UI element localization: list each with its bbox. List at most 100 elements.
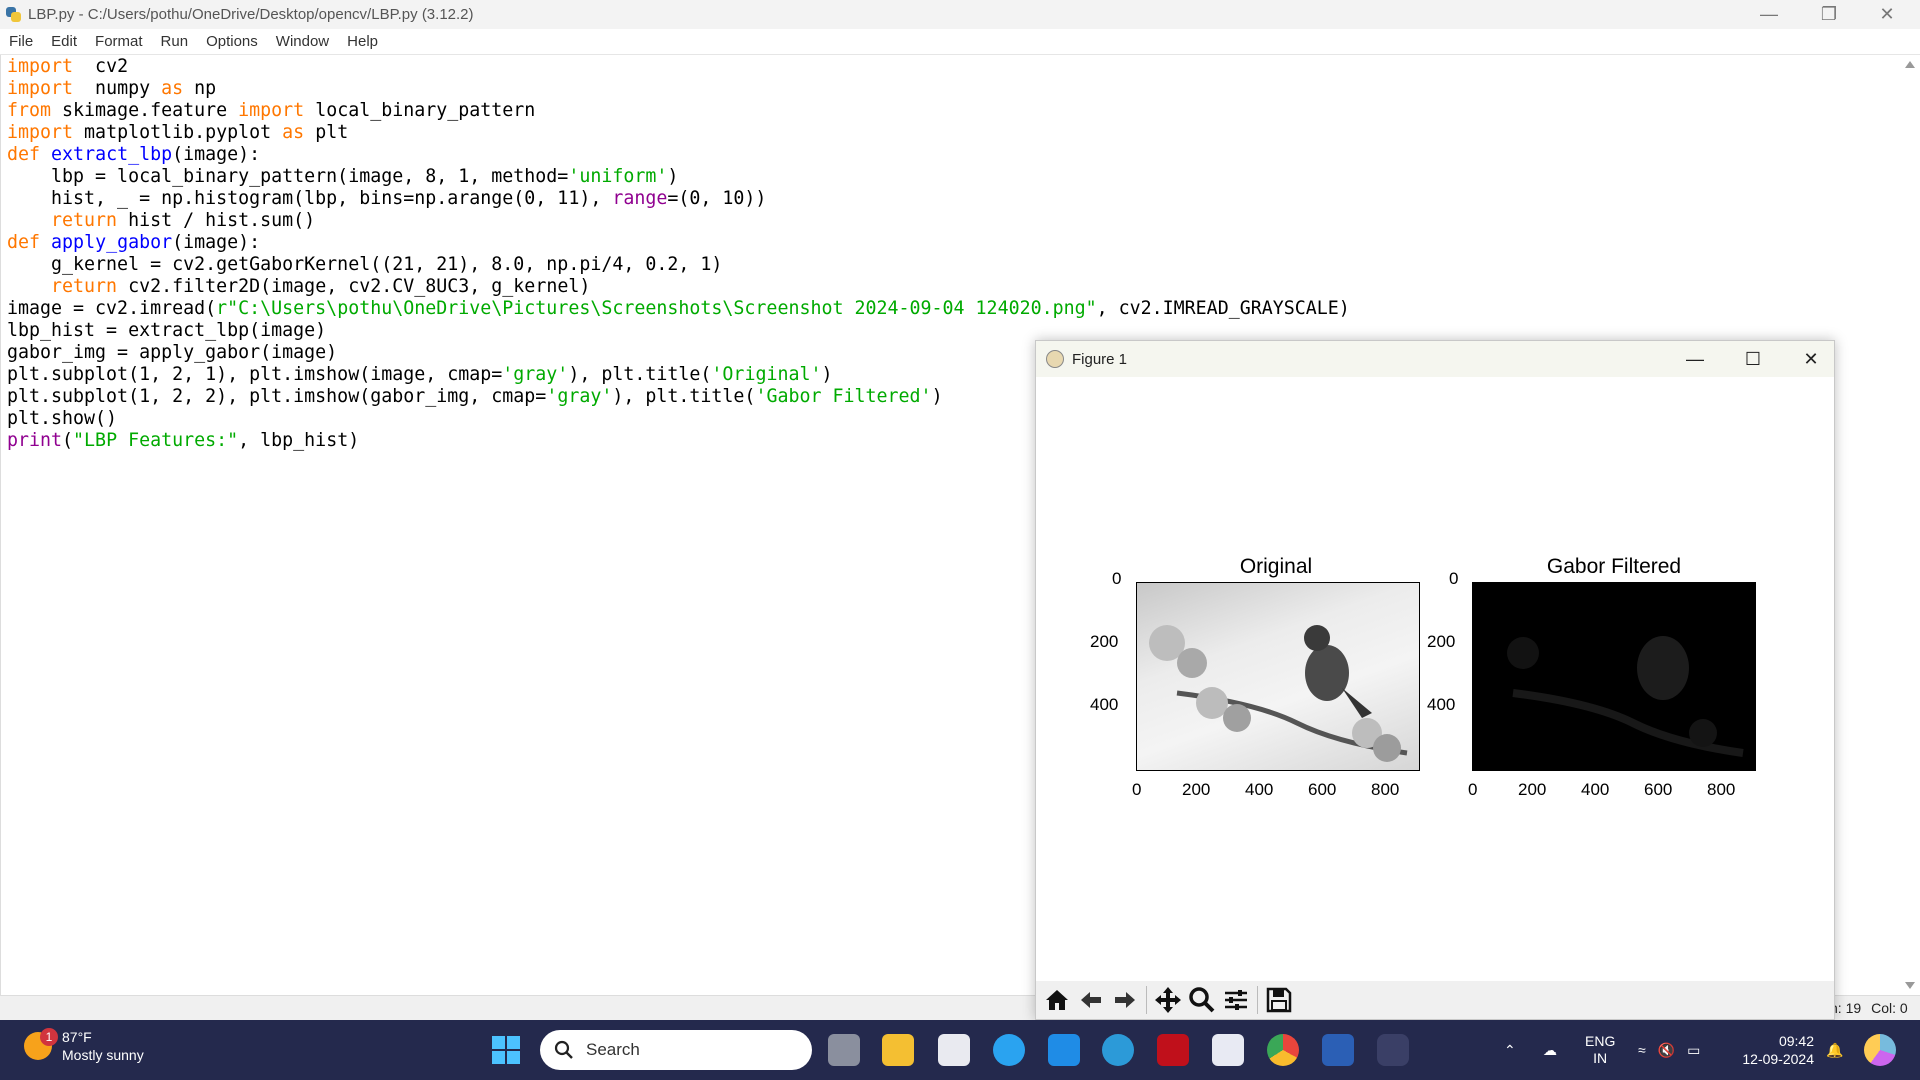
- notification-badge: 1: [40, 1028, 58, 1046]
- clock-date: 12-09-2024: [1742, 1051, 1814, 1067]
- figure-close-button[interactable]: ✕: [1782, 341, 1840, 377]
- weather-desc: Mostly sunny: [62, 1047, 144, 1063]
- copilot-icon[interactable]: [1864, 1034, 1896, 1066]
- onedrive-cloud-icon[interactable]: ☁: [1543, 1020, 1557, 1080]
- search-placeholder: Search: [586, 1040, 640, 1059]
- matplotlib-icon: [1046, 350, 1064, 368]
- notification-bell-icon[interactable]: 🔔: [1826, 1020, 1843, 1080]
- windows-start-icon[interactable]: [490, 1034, 522, 1066]
- y-tick: 400: [1427, 695, 1456, 714]
- menu-bar: File Edit Format Run Options Window Help: [0, 29, 1920, 55]
- x-tick: 200: [1182, 780, 1211, 799]
- x-tick: 0: [1468, 780, 1478, 799]
- code-line[interactable]: lbp = local_binary_pattern(image, 8, 1, …: [7, 166, 1350, 188]
- weather-sun-icon: 1: [24, 1028, 58, 1060]
- x-tick: 0: [1132, 780, 1142, 799]
- task-view-icon[interactable]: [828, 1034, 860, 1066]
- back-arrow-icon[interactable]: [1074, 983, 1108, 1017]
- figure-minimize-button[interactable]: —: [1666, 341, 1724, 377]
- lang-top: ENG: [1585, 1033, 1616, 1049]
- code-line[interactable]: import numpy as np: [7, 78, 1350, 100]
- toolbar-separator: [1257, 986, 1258, 1014]
- vertical-scrollbar[interactable]: [1900, 55, 1920, 995]
- pan-move-icon[interactable]: [1151, 983, 1185, 1017]
- code-line[interactable]: def apply_gabor(image):: [7, 232, 1350, 254]
- y-tick: 0: [1449, 569, 1459, 588]
- language-indicator[interactable]: ENG IN: [1585, 1020, 1615, 1080]
- weather-temp: 87°F: [62, 1029, 92, 1045]
- menu-format[interactable]: Format: [86, 33, 152, 50]
- speaker-muted-icon[interactable]: 🔇: [1658, 1042, 1675, 1059]
- col-indicator: Col: 0: [1871, 1000, 1908, 1016]
- code-line[interactable]: return cv2.filter2D(image, cv2.CV_8UC3, …: [7, 276, 1350, 298]
- scroll-up-arrow-icon[interactable]: [1905, 61, 1915, 68]
- y-tick: 0: [1112, 569, 1122, 588]
- figure-window[interactable]: Figure 1 — ☐ ✕ Original 0 200 400 0 200 …: [1035, 340, 1835, 1020]
- menu-file[interactable]: File: [0, 33, 42, 50]
- get-help-icon[interactable]: [993, 1034, 1025, 1066]
- original-image: [1136, 582, 1420, 771]
- taskbar-search[interactable]: Search: [540, 1030, 812, 1070]
- x-tick: 800: [1371, 780, 1400, 799]
- myhp-icon[interactable]: [1048, 1034, 1080, 1066]
- gabor-image: [1472, 582, 1756, 771]
- edge-browser-icon[interactable]: [1102, 1034, 1134, 1066]
- chrome-icon[interactable]: [1267, 1034, 1299, 1066]
- code-line[interactable]: lbp_hist = extract_lbp(image): [7, 320, 1350, 342]
- code-line[interactable]: import matplotlib.pyplot as plt: [7, 122, 1350, 144]
- file-explorer-icon[interactable]: [882, 1034, 914, 1066]
- lang-bottom: IN: [1593, 1050, 1608, 1066]
- code-line[interactable]: def extract_lbp(image):: [7, 144, 1350, 166]
- x-tick: 600: [1308, 780, 1337, 799]
- save-floppy-icon[interactable]: [1262, 983, 1296, 1017]
- mcafee-icon[interactable]: [1157, 1034, 1189, 1066]
- restore-button[interactable]: ❐: [1800, 0, 1858, 29]
- code-line[interactable]: hist, _ = np.histogram(lbp, bins=np.aran…: [7, 188, 1350, 210]
- close-button[interactable]: ✕: [1858, 0, 1916, 29]
- code-line[interactable]: return hist / hist.sum(): [7, 210, 1350, 232]
- menu-help[interactable]: Help: [338, 33, 387, 50]
- menu-options[interactable]: Options: [197, 33, 267, 50]
- figure-title-bar[interactable]: Figure 1 — ☐ ✕: [1036, 341, 1834, 377]
- python-icon: [6, 6, 22, 23]
- x-tick: 400: [1245, 780, 1274, 799]
- plot-title-original: Original: [1239, 555, 1313, 578]
- battery-icon[interactable]: ▭: [1687, 1042, 1700, 1059]
- configure-subplots-icon[interactable]: [1219, 983, 1253, 1017]
- code-line[interactable]: import cv2: [7, 56, 1350, 78]
- clock[interactable]: 09:42 12-09-2024: [1738, 1020, 1814, 1080]
- code-line[interactable]: from skimage.feature import local_binary…: [7, 100, 1350, 122]
- scroll-down-arrow-icon[interactable]: [1905, 982, 1915, 989]
- minimize-button[interactable]: —: [1740, 0, 1798, 29]
- toolbar-separator: [1146, 986, 1147, 1014]
- figure-title: Figure 1: [1072, 350, 1128, 368]
- plot-title-gabor: Gabor Filtered: [1546, 555, 1682, 578]
- y-tick: 200: [1427, 632, 1456, 651]
- figure-toolbar: [1036, 981, 1834, 1019]
- figure-canvas[interactable]: Original 0 200 400 0 200 400 600 800 Gab…: [1036, 377, 1834, 981]
- x-tick: 400: [1581, 780, 1610, 799]
- matplotlib-figure-taskbar-icon[interactable]: [1377, 1034, 1409, 1066]
- word-icon[interactable]: [1322, 1034, 1354, 1066]
- y-tick: 400: [1090, 695, 1119, 714]
- figure-maximize-button[interactable]: ☐: [1724, 341, 1782, 377]
- system-tray[interactable]: ≈ 🔇 ▭: [1638, 1020, 1700, 1080]
- window-title: LBP.py - C:/Users/pothu/OneDrive/Desktop…: [28, 6, 474, 23]
- zoom-magnifier-icon[interactable]: [1185, 983, 1219, 1017]
- menu-window[interactable]: Window: [267, 33, 338, 50]
- home-icon[interactable]: [1040, 983, 1074, 1017]
- menu-edit[interactable]: Edit: [42, 33, 86, 50]
- tray-chevron-up-icon[interactable]: ⌃: [1504, 1020, 1516, 1080]
- x-tick: 800: [1707, 780, 1736, 799]
- taskbar: 1 87°F Mostly sunny Search ⌃ ☁ ENG IN ≈ …: [0, 1020, 1920, 1080]
- python-idle-icon[interactable]: [1212, 1034, 1244, 1066]
- wifi-icon[interactable]: ≈: [1638, 1042, 1646, 1058]
- code-line[interactable]: g_kernel = cv2.getGaborKernel((21, 21), …: [7, 254, 1350, 276]
- code-line[interactable]: image = cv2.imread(r"C:\Users\pothu\OneD…: [7, 298, 1350, 320]
- microsoft-store-icon[interactable]: [938, 1034, 970, 1066]
- menu-run[interactable]: Run: [152, 33, 198, 50]
- weather-widget[interactable]: 1 87°F Mostly sunny: [24, 1028, 144, 1064]
- forward-arrow-icon[interactable]: [1108, 983, 1142, 1017]
- title-bar: LBP.py - C:/Users/pothu/OneDrive/Desktop…: [0, 0, 1920, 29]
- x-tick: 600: [1644, 780, 1673, 799]
